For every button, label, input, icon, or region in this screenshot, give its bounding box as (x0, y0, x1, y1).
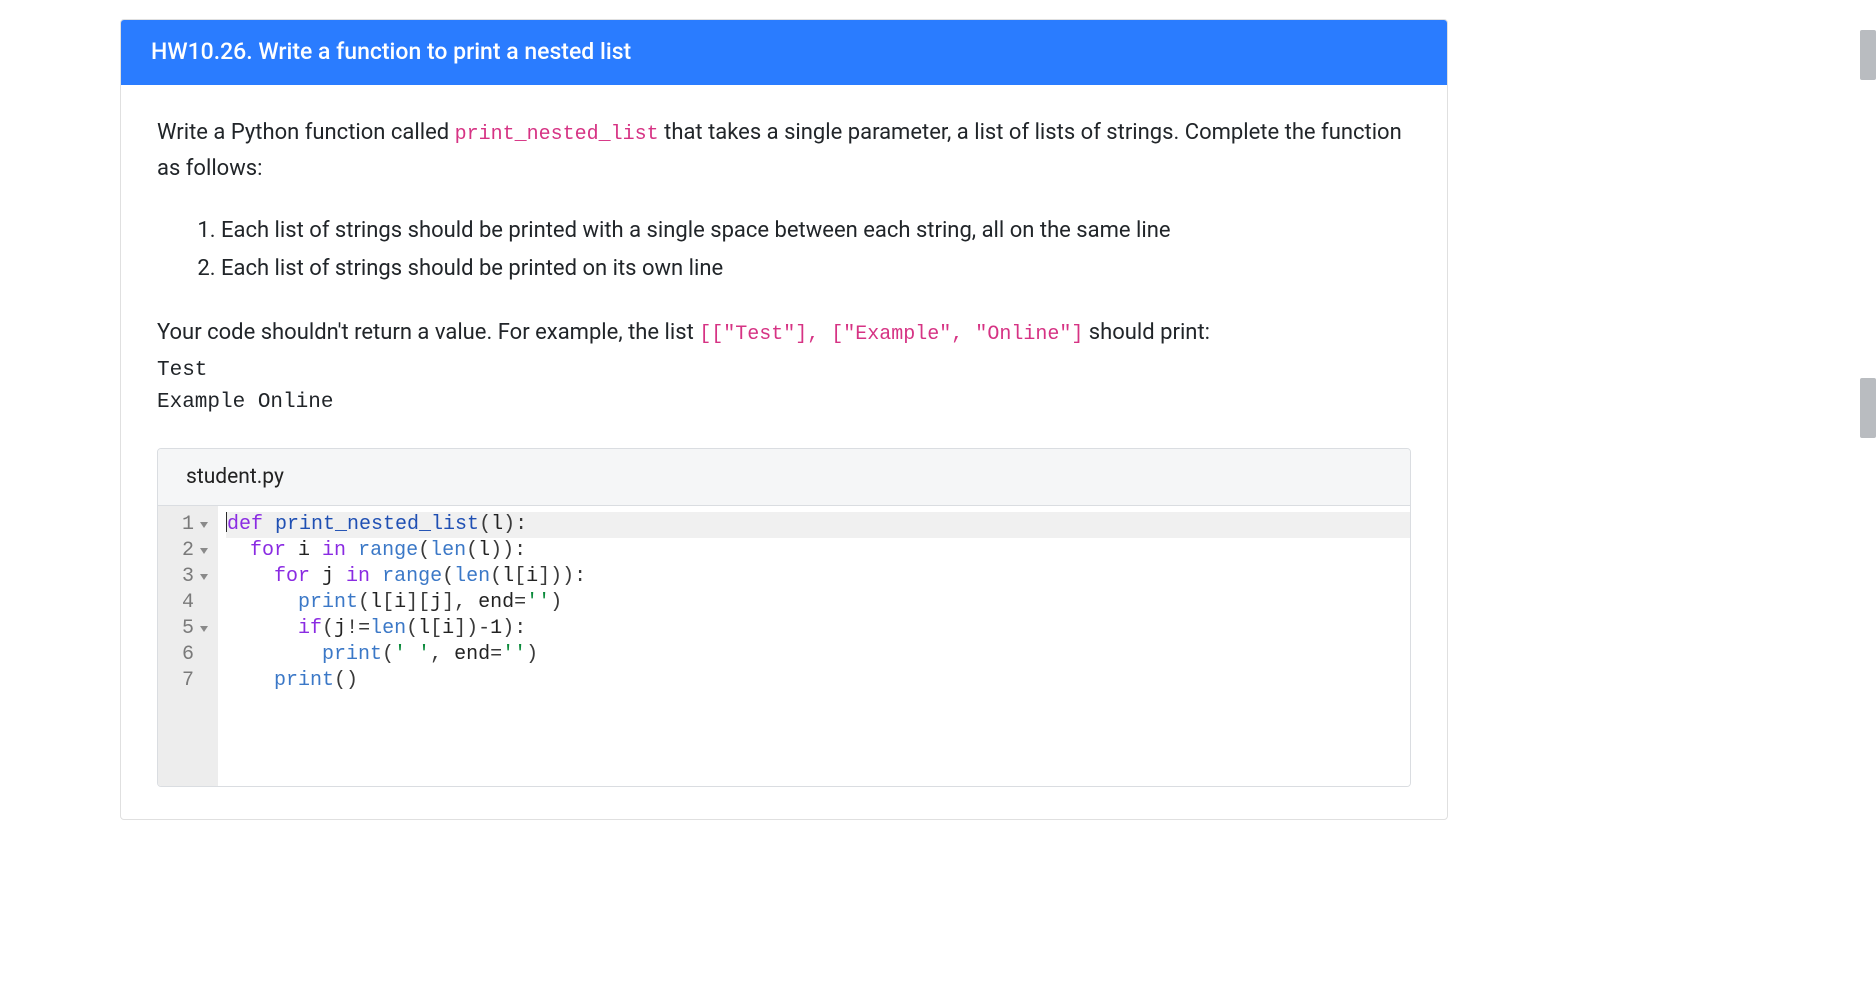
example-before: Your code shouldn't return a value. For … (157, 320, 699, 345)
editor-body[interactable]: 1234567 def print_nested_list(l): for i … (158, 506, 1410, 786)
editor-filename[interactable]: student.py (158, 449, 1410, 506)
gutter-line: 5 (158, 616, 212, 642)
example-paragraph: Your code shouldn't return a value. For … (157, 315, 1411, 351)
code-line[interactable]: if(j!=len(l[i])-1): (226, 616, 1410, 642)
code-line[interactable]: for j in range(len(l[i])): (226, 564, 1410, 590)
editor-gutter: 1234567 (158, 506, 218, 786)
code-line[interactable]: print() (226, 668, 1410, 694)
gutter-line: 1 (158, 512, 212, 538)
gutter-line: 2 (158, 538, 212, 564)
code-editor: student.py 1234567 def print_nested_list… (157, 448, 1411, 787)
code-line[interactable]: def print_nested_list(l): (226, 512, 1410, 538)
code-line[interactable]: print(' ', end='') (226, 642, 1410, 668)
scrollbar-thumb[interactable] (1860, 378, 1876, 438)
intro-fn-name: print_nested_list (455, 123, 659, 146)
gutter-line: 6 (158, 642, 212, 668)
requirement-item: Each list of strings should be printed o… (221, 250, 1411, 289)
intro-lead: Write a Python function called (157, 120, 455, 145)
question-card: HW10.26. Write a function to print a nes… (120, 19, 1448, 820)
example-after: should print: (1083, 320, 1210, 345)
right-scrollbar-rail (1852, 0, 1876, 986)
editor-code-area[interactable]: def print_nested_list(l): for i in range… (218, 506, 1410, 786)
code-line[interactable]: print(l[i][j], end='') (226, 590, 1410, 616)
question-title: HW10.26. Write a function to print a nes… (121, 20, 1447, 85)
example-output: Test Example Online (157, 355, 1411, 420)
intro-paragraph: Write a Python function called print_nes… (157, 115, 1411, 188)
question-body: Write a Python function called print_nes… (121, 85, 1447, 819)
example-code: [["Test"], ["Example", "Online"] (699, 323, 1083, 346)
requirement-item: Each list of strings should be printed w… (221, 212, 1411, 251)
gutter-line: 4 (158, 590, 212, 616)
requirements-list: Each list of strings should be printed w… (221, 212, 1411, 289)
code-line[interactable]: for i in range(len(l)): (226, 538, 1410, 564)
gutter-line: 7 (158, 668, 212, 694)
scrollbar-thumb[interactable] (1860, 30, 1876, 80)
gutter-line: 3 (158, 564, 212, 590)
